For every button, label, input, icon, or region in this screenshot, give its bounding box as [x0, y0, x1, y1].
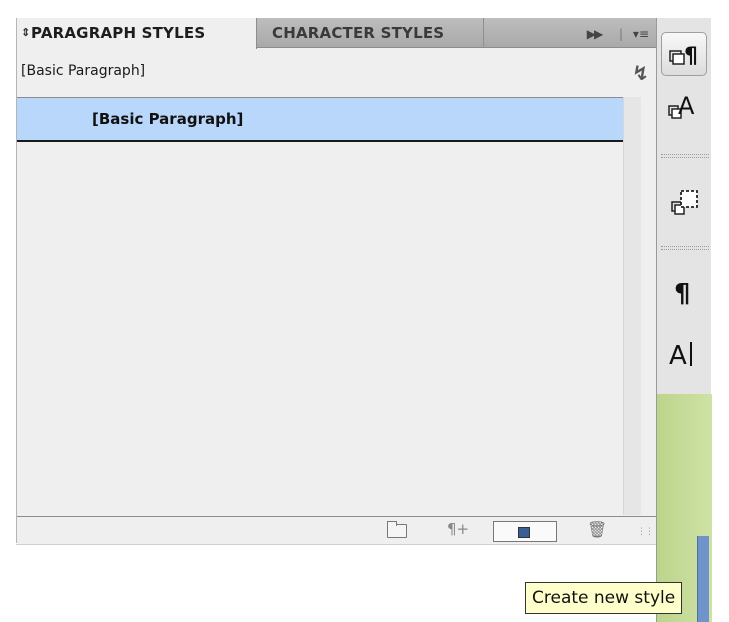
svg-text:¶: ¶: [674, 279, 691, 309]
styles-list: [Basic Paragraph]: [17, 97, 623, 515]
list-scrollbar[interactable]: [623, 97, 641, 515]
character-glyph-icon: A: [669, 341, 692, 371]
indesign-panel-window: ⇕ PARAGRAPH STYLES CHARACTER STYLES ▶▶ |…: [0, 0, 729, 622]
character-icon[interactable]: A: [657, 330, 712, 374]
svg-text:A: A: [678, 92, 695, 120]
dock-divider: [661, 154, 709, 158]
create-new-style-tooltip: Create new style: [525, 582, 683, 614]
tab-paragraph-styles[interactable]: ⇕ PARAGRAPH STYLES: [17, 18, 257, 49]
tab-controls-separator: |: [619, 26, 624, 41]
panel-bottom-toolbar: ¶+ 🗑 ⋮⋮: [17, 516, 657, 544]
character-styles-icon[interactable]: A: [657, 82, 712, 126]
current-style-row: [Basic Paragraph] ↯: [17, 49, 657, 97]
tab-controls: ▶▶ | ▾≡: [587, 18, 649, 48]
list-item[interactable]: [Basic Paragraph]: [17, 98, 623, 142]
quick-apply-bolt-icon[interactable]: ↯: [632, 61, 649, 85]
create-new-style-icon[interactable]: [493, 521, 557, 542]
dock-divider: [661, 246, 709, 250]
object-styles-glyph-icon: [671, 190, 698, 215]
right-dock: ¶ A ¶ A: [656, 18, 712, 622]
panel-tab-bar: ⇕ PARAGRAPH STYLES CHARACTER STYLES ▶▶ |…: [17, 18, 657, 49]
trash-icon[interactable]: 🗑: [587, 520, 607, 540]
character-styles-glyph-icon: A: [668, 92, 695, 120]
paragraph-styles-panel: ⇕ PARAGRAPH STYLES CHARACTER STYLES ▶▶ |…: [16, 18, 657, 544]
paragraph-icon[interactable]: ¶: [657, 270, 712, 314]
tab-character-styles-label: CHARACTER STYLES: [272, 24, 445, 42]
paragraph-styles-icon[interactable]: ¶: [661, 32, 707, 76]
document-selection-edge: [697, 536, 709, 622]
paragraph-styles-glyph-icon: ¶: [669, 44, 698, 69]
double-chevron-right-icon[interactable]: ▶▶: [587, 19, 604, 49]
svg-text:¶: ¶: [684, 44, 698, 69]
folder-icon[interactable]: [387, 521, 407, 538]
paragraph-glyph-icon: ¶: [674, 279, 691, 309]
svg-text:A: A: [669, 341, 687, 371]
panel-menu-icon[interactable]: ▾≡: [633, 19, 649, 49]
current-style-label: [Basic Paragraph]: [21, 63, 146, 79]
tab-collapse-arrows-icon: ⇕: [21, 26, 31, 39]
list-item-label: [Basic Paragraph]: [92, 110, 244, 128]
tab-paragraph-styles-label: PARAGRAPH STYLES: [31, 24, 206, 42]
clear-overrides-icon[interactable]: ¶+: [447, 520, 469, 540]
object-styles-icon[interactable]: [657, 178, 712, 222]
tab-character-styles[interactable]: CHARACTER STYLES: [258, 18, 484, 48]
